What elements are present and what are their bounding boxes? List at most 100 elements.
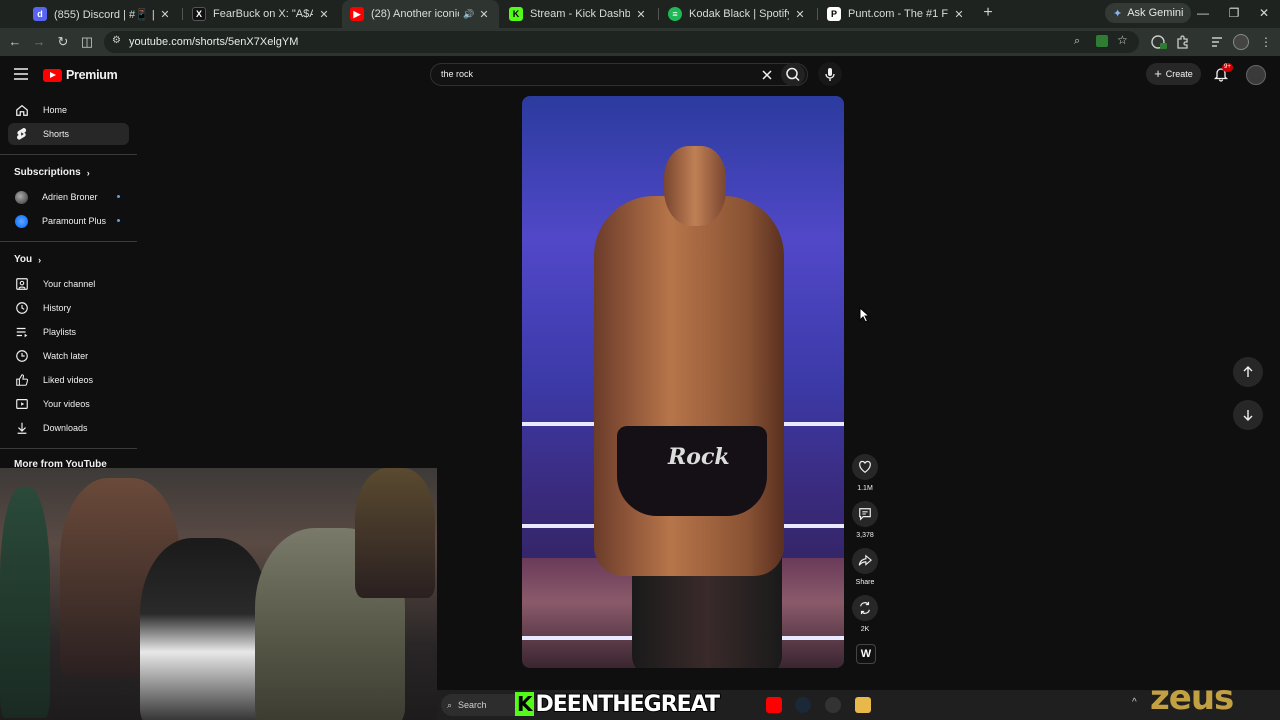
sidebar-item-label: Paramount Plus xyxy=(42,216,107,226)
discord-icon: d xyxy=(33,7,47,21)
search-button[interactable] xyxy=(781,63,805,86)
steam-taskbar-icon[interactable] xyxy=(795,697,811,713)
sidebar-item-label: Shorts xyxy=(43,129,70,139)
sidebar-item-your-videos[interactable]: Your videos xyxy=(8,393,129,415)
sidebar-item-home[interactable]: Home xyxy=(8,99,129,121)
new-content-dot xyxy=(117,219,120,222)
tab-title: (28) Another iconic #Wrestl xyxy=(371,8,459,20)
reload-button[interactable]: ↻ xyxy=(55,34,71,50)
sidebar-item-playlists[interactable]: Playlists xyxy=(8,321,129,343)
video-wrestler-trunks xyxy=(617,426,767,516)
new-tab-button[interactable]: + xyxy=(980,5,996,21)
share-button[interactable] xyxy=(852,548,878,574)
sidebar-divider xyxy=(0,154,137,155)
zoom-icon[interactable]: ⌕ xyxy=(1074,35,1080,48)
search-box[interactable]: the rock xyxy=(430,63,808,86)
sidebar-item-shorts[interactable]: Shorts xyxy=(8,123,129,145)
minimize-button[interactable]: — xyxy=(1196,6,1210,20)
browser-menu-icon[interactable]: ⋮ xyxy=(1258,34,1274,50)
subscription-adrien-broner[interactable]: Adrien Broner xyxy=(8,186,129,208)
extension-badge-icon[interactable] xyxy=(1151,34,1167,50)
browser-tab-x[interactable]: X FearBuck on X: "A$AP Rocky gi ✕ xyxy=(184,2,339,26)
sidebar-item-your-channel[interactable]: Your channel xyxy=(8,273,129,295)
plus-icon: + xyxy=(1154,66,1162,81)
spotify-icon: ≡ xyxy=(668,7,682,21)
subscription-paramount-plus[interactable]: Paramount Plus xyxy=(8,210,129,232)
browser-tab-punt[interactable]: P Punt.com - The #1 Free to Play ✕ xyxy=(819,2,974,26)
close-tab-icon[interactable]: ✕ xyxy=(952,8,966,21)
sidebar-item-liked-videos[interactable]: Liked videos xyxy=(8,369,129,391)
sidebar-item-watch-later[interactable]: Watch later xyxy=(8,345,129,367)
bookmark-star-icon[interactable]: ☆ xyxy=(1117,33,1128,47)
sidebar-item-label: Watch later xyxy=(43,351,89,361)
heart-icon xyxy=(859,460,871,473)
browser-tab-youtube[interactable]: ▶ (28) Another iconic #Wrestl 🔊 ✕ xyxy=(342,0,499,28)
profile-avatar[interactable] xyxy=(1233,34,1249,50)
window-close-button[interactable]: ✕ xyxy=(1257,6,1271,20)
shorts-icon xyxy=(17,127,27,140)
sidebar-item-label: Downloads xyxy=(43,423,88,433)
subscriptions-heading[interactable]: Subscriptions › xyxy=(14,167,90,178)
new-content-dot xyxy=(117,195,120,198)
kick-logo: K xyxy=(515,692,534,716)
close-tab-icon[interactable]: ✕ xyxy=(158,8,172,21)
file-explorer-taskbar-icon[interactable] xyxy=(855,697,871,713)
like-action[interactable]: 1.1M xyxy=(852,454,878,492)
like-count: 1.1M xyxy=(857,485,873,492)
ask-gemini-button[interactable]: ✦ Ask Gemini xyxy=(1105,3,1192,23)
remix-action[interactable]: 2K xyxy=(852,595,878,633)
close-tab-icon[interactable]: ✕ xyxy=(793,8,807,21)
restore-button[interactable]: ❐ xyxy=(1227,6,1241,20)
sidebar-divider xyxy=(0,448,137,449)
sidebar-item-history[interactable]: History xyxy=(8,297,129,319)
punt-icon: P xyxy=(827,7,841,21)
site-info-icon[interactable]: ⚙ xyxy=(112,35,121,46)
forward-button[interactable]: → xyxy=(31,34,47,50)
clear-search-icon[interactable] xyxy=(760,68,774,82)
comment-button[interactable] xyxy=(852,501,878,527)
playlists-icon xyxy=(16,327,28,338)
browser-tab-discord[interactable]: d (855) Discord | #📱 | reactions ✕ xyxy=(25,2,180,26)
back-button[interactable]: ← xyxy=(7,34,23,50)
create-button[interactable]: + Create xyxy=(1146,63,1201,85)
system-tray-chevron-icon[interactable]: ^ xyxy=(1132,697,1137,708)
speaker-icon[interactable]: 🔊 xyxy=(463,9,474,20)
notification-count-badge: 9+ xyxy=(1222,63,1233,72)
comment-count: 3,378 xyxy=(856,532,874,539)
search-input[interactable]: the rock xyxy=(441,69,473,79)
streamer-name-tag: K DEENTHEGREAT xyxy=(515,690,721,718)
browser-tab-kick[interactable]: K Stream - Kick Dashboard ✕ xyxy=(501,2,656,26)
close-tab-icon[interactable]: ✕ xyxy=(317,8,331,21)
side-panel-button[interactable]: ◫ xyxy=(79,34,95,50)
next-short-button[interactable] xyxy=(1233,400,1263,430)
close-tab-icon[interactable]: ✕ xyxy=(634,8,648,21)
webcam-person xyxy=(355,468,435,598)
obs-taskbar-icon[interactable] xyxy=(825,697,841,713)
taskbar-search-label: Search xyxy=(458,700,487,710)
url-text: youtube.com/shorts/5enX7XelgYM xyxy=(129,36,299,48)
reading-list-icon[interactable] xyxy=(1209,34,1225,50)
you-heading[interactable]: You › xyxy=(14,254,41,265)
browser-tab-spotify[interactable]: ≡ Kodak Black | Spotify ✕ xyxy=(660,2,815,26)
remix-icon xyxy=(860,601,870,615)
chevron-right-icon: › xyxy=(86,167,90,178)
remix-button[interactable] xyxy=(852,595,878,621)
channel-avatar-wwe[interactable]: W xyxy=(856,644,876,664)
previous-short-button[interactable] xyxy=(1233,357,1263,387)
extension-active-icon[interactable] xyxy=(1096,35,1108,47)
sidebar-item-downloads[interactable]: Downloads xyxy=(8,417,129,439)
share-action[interactable]: Share xyxy=(852,548,878,586)
sidebar-item-label: Playlists xyxy=(43,327,77,337)
comment-action[interactable]: 3,378 xyxy=(852,501,878,539)
like-button[interactable] xyxy=(852,454,878,480)
channel-avatar xyxy=(15,190,28,204)
address-bar[interactable]: ⚙ youtube.com/shorts/5enX7XelgYM ⌕ ☆ xyxy=(104,31,1139,53)
close-tab-icon[interactable]: ✕ xyxy=(477,8,491,21)
history-icon xyxy=(16,302,28,314)
shorts-video-player[interactable]: Rock xyxy=(522,96,844,668)
extensions-puzzle-icon[interactable] xyxy=(1175,34,1191,50)
voice-search-button[interactable] xyxy=(818,62,842,86)
account-avatar[interactable] xyxy=(1246,65,1266,85)
youtube-taskbar-icon[interactable] xyxy=(766,697,782,713)
tab-title: (855) Discord | #📱 | reactions xyxy=(54,8,154,21)
